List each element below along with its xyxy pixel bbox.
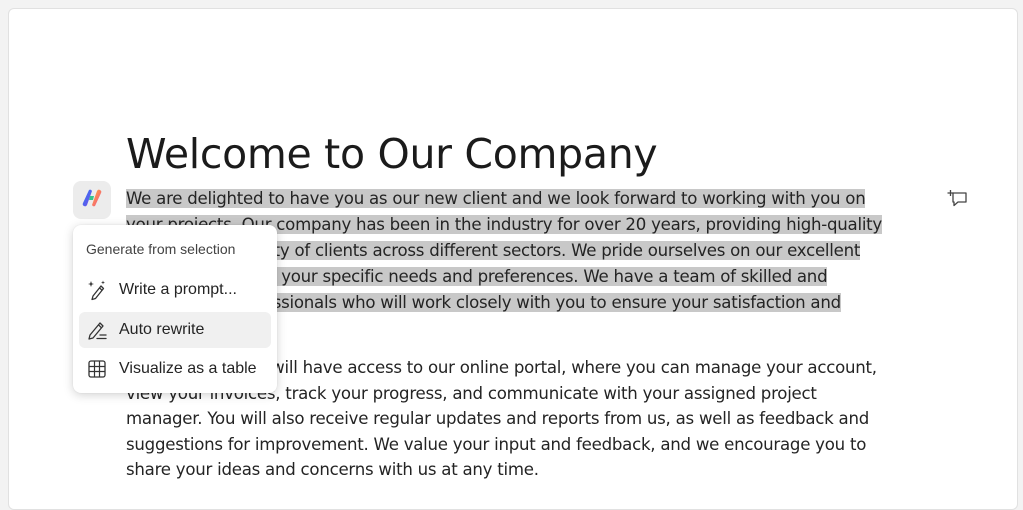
menu-header: Generate from selection — [86, 241, 236, 257]
menu-item-auto-rewrite[interactable]: Auto rewrite — [79, 312, 271, 348]
pen-rewrite-icon — [86, 319, 108, 341]
copilot-icon — [81, 187, 103, 214]
add-comment-button[interactable] — [947, 189, 969, 211]
table-icon — [86, 358, 108, 380]
add-comment-icon — [947, 187, 969, 214]
copilot-menu: Generate from selection Write a prompt..… — [73, 225, 277, 393]
menu-item-visualize-table[interactable]: Visualize as a table — [79, 351, 271, 387]
menu-item-write-prompt[interactable]: Write a prompt... — [79, 272, 271, 308]
sparkle-pen-icon — [86, 279, 108, 301]
copilot-button[interactable] — [73, 181, 111, 219]
menu-item-label: Write a prompt... — [119, 281, 237, 298]
document-title[interactable]: Welcome to Our Company — [126, 129, 658, 179]
document-page[interactable]: Welcome to Our Company We are delighted … — [8, 8, 1018, 510]
menu-item-label: Auto rewrite — [119, 321, 205, 338]
menu-item-label: Visualize as a table — [119, 360, 257, 377]
